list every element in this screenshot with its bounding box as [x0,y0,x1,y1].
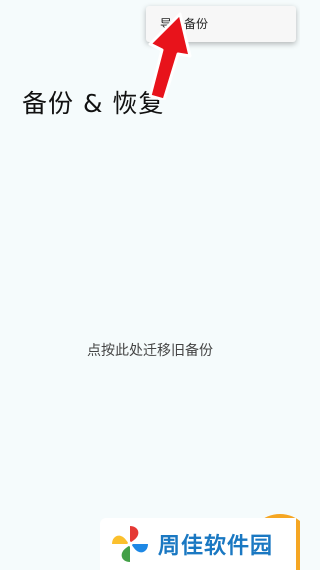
watermark-text: 周佳软件园 [158,534,274,559]
red-arrow-annotation [148,12,192,100]
app-screen: 备份 & 恢复 点按此处迁移旧备份 导入备份 周佳软件园 [0,0,300,570]
watermark: 周佳软件园 [100,518,296,570]
watermark-logo-icon [112,526,148,562]
migrate-old-backup-hint[interactable]: 点按此处迁移旧备份 [0,340,300,360]
